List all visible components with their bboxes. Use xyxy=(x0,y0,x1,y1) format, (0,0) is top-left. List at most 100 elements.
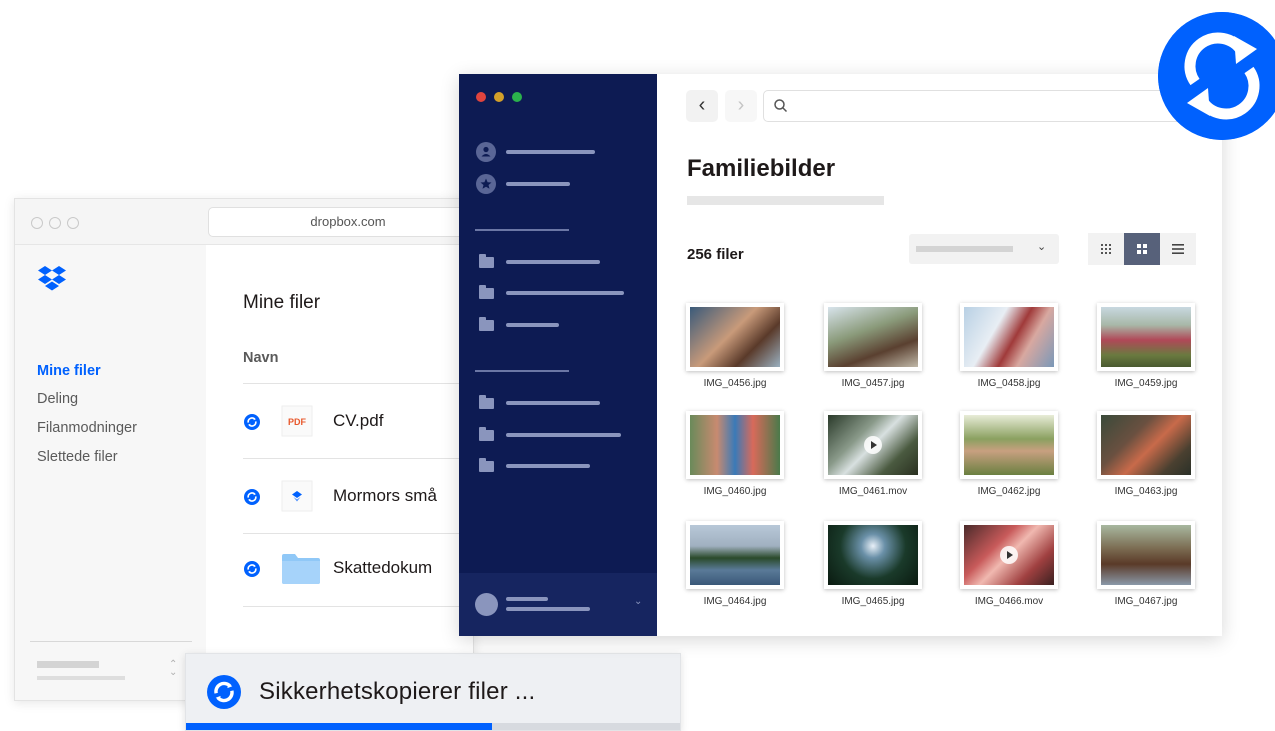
sync-icon xyxy=(244,489,260,505)
progress-fill xyxy=(186,723,493,730)
nav-folder-placeholder[interactable] xyxy=(506,260,600,264)
backup-toast: Sikkerhetskopierer filer ... xyxy=(185,653,681,731)
list-icon xyxy=(1172,244,1184,254)
account-menu[interactable]: ⌄ xyxy=(459,573,657,636)
window-minimize-button[interactable] xyxy=(494,92,504,102)
folder-icon xyxy=(479,285,494,299)
folder-title: Familiebilder xyxy=(687,155,836,182)
search-input[interactable] xyxy=(763,90,1203,122)
avatar xyxy=(475,593,498,616)
file-name[interactable]: IMG_0460.jpg xyxy=(670,486,800,497)
file-name[interactable]: IMG_0463.jpg xyxy=(1081,486,1211,497)
grid-large-icon xyxy=(1137,244,1147,254)
search-icon xyxy=(774,99,788,113)
account-name-placeholder xyxy=(506,597,548,601)
sync-icon xyxy=(244,414,260,430)
nav-folder-placeholder[interactable] xyxy=(506,291,624,295)
account-placeholder[interactable] xyxy=(37,661,99,668)
sidebar-item-mine-filer[interactable]: Mine filer xyxy=(37,363,101,379)
browser-window: dropbox.com Mine filer Deling Filanmodni… xyxy=(14,198,474,701)
dropbox-logo-icon[interactable] xyxy=(37,265,67,291)
photo-thumbnail[interactable] xyxy=(1097,521,1195,589)
account-email-placeholder xyxy=(506,607,590,611)
sync-icon xyxy=(207,675,241,709)
sort-dropdown[interactable]: ⌄ xyxy=(909,234,1059,264)
chevron-updown-icon[interactable]: ⌃ ⌄ xyxy=(169,660,177,678)
photo-thumbnail[interactable] xyxy=(1097,411,1195,479)
star-icon[interactable] xyxy=(476,174,496,194)
sidebar-item-slettede-filer[interactable]: Slettede filer xyxy=(37,449,118,465)
forward-button[interactable]: › xyxy=(725,90,757,122)
file-name[interactable]: IMG_0466.mov xyxy=(944,596,1074,607)
file-name[interactable]: IMG_0458.jpg xyxy=(944,378,1074,389)
sync-icon xyxy=(244,561,260,577)
grid-small-view-button[interactable] xyxy=(1088,233,1124,265)
file-name[interactable]: IMG_0457.jpg xyxy=(808,378,938,389)
app-sidebar: ⌄ xyxy=(459,74,657,636)
account-placeholder-sub xyxy=(37,676,125,680)
sort-value-placeholder xyxy=(916,246,1013,252)
file-name[interactable]: IMG_0462.jpg xyxy=(944,486,1074,497)
divider xyxy=(243,533,473,534)
photo-thumbnail[interactable] xyxy=(960,411,1058,479)
photo-thumbnail[interactable] xyxy=(960,303,1058,371)
back-button[interactable]: ‹ xyxy=(686,90,718,122)
pdf-icon: PDF xyxy=(281,405,313,437)
file-name[interactable]: IMG_0464.jpg xyxy=(670,596,800,607)
divider xyxy=(243,458,473,459)
nav-folder-placeholder[interactable] xyxy=(506,323,559,327)
photo-thumbnail[interactable] xyxy=(824,303,922,371)
grid-small-icon xyxy=(1101,244,1111,254)
file-name[interactable]: CV.pdf xyxy=(333,411,383,431)
video-thumbnail[interactable] xyxy=(960,521,1058,589)
file-name[interactable]: IMG_0467.jpg xyxy=(1081,596,1211,607)
desktop-app-window: ⌄ ‹ › Familiebilder 256 filer ⌄ IMG_0456… xyxy=(459,74,1222,636)
nav-folder-placeholder[interactable] xyxy=(506,401,600,405)
column-header-name[interactable]: Navn xyxy=(243,350,278,366)
sync-icon xyxy=(1158,12,1275,140)
video-thumbnail[interactable] xyxy=(824,411,922,479)
nav-item-placeholder[interactable] xyxy=(506,182,570,186)
window-close-button[interactable] xyxy=(476,92,486,102)
person-icon[interactable] xyxy=(476,142,496,162)
grid-large-view-button[interactable] xyxy=(1124,233,1160,265)
page-title: Mine filer xyxy=(243,292,321,313)
divider xyxy=(475,370,569,372)
backup-progress-bar xyxy=(186,723,680,730)
file-name[interactable]: Mormors små xyxy=(333,486,437,506)
window-close-button[interactable] xyxy=(31,217,43,229)
folder-icon xyxy=(479,254,494,268)
sidebar-item-filanmodninger[interactable]: Filanmodninger xyxy=(37,420,137,436)
photo-thumbnail[interactable] xyxy=(1097,303,1195,371)
dropbox-paper-icon xyxy=(281,480,313,512)
file-name[interactable]: IMG_0465.jpg xyxy=(808,596,938,607)
chevron-down-icon: ⌄ xyxy=(1037,241,1047,253)
browser-toolbar: dropbox.com xyxy=(15,199,473,245)
photo-thumbnail[interactable] xyxy=(686,303,784,371)
photo-thumbnail[interactable] xyxy=(824,521,922,589)
window-zoom-button[interactable] xyxy=(512,92,522,102)
folder-icon xyxy=(479,458,494,472)
photo-thumbnail[interactable] xyxy=(686,411,784,479)
window-minimize-button[interactable] xyxy=(49,217,61,229)
web-sidebar: Mine filer Deling Filanmodninger Sletted… xyxy=(15,245,206,700)
play-icon xyxy=(1000,546,1018,564)
divider xyxy=(475,229,569,231)
toast-message: Sikkerhetskopierer filer ... xyxy=(259,678,536,705)
file-name[interactable]: IMG_0461.mov xyxy=(808,486,938,497)
chevron-down-icon[interactable]: ⌄ xyxy=(634,596,642,607)
file-name[interactable]: Skattedokum xyxy=(333,558,432,578)
address-bar[interactable]: dropbox.com xyxy=(208,207,473,237)
nav-folder-placeholder[interactable] xyxy=(506,464,590,468)
nav-folder-placeholder[interactable] xyxy=(506,433,621,437)
sidebar-item-deling[interactable]: Deling xyxy=(37,391,78,407)
window-zoom-button[interactable] xyxy=(67,217,79,229)
nav-item-placeholder[interactable] xyxy=(506,150,595,154)
file-name[interactable]: IMG_0456.jpg xyxy=(670,378,800,389)
file-name[interactable]: IMG_0459.jpg xyxy=(1081,378,1211,389)
svg-text:PDF: PDF xyxy=(288,417,307,427)
photo-thumbnail[interactable] xyxy=(686,521,784,589)
file-count: 256 filer xyxy=(687,246,744,263)
list-view-button[interactable] xyxy=(1160,233,1196,265)
folder-icon xyxy=(479,395,494,409)
